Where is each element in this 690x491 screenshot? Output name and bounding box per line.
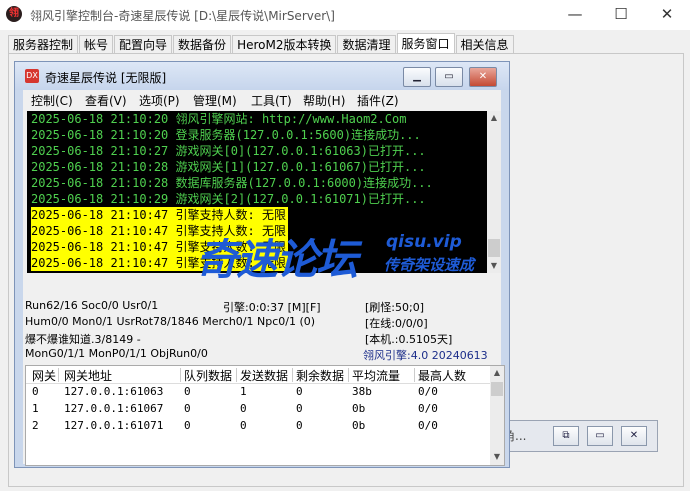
log-line: 2025-06-18 21:10:29 游戏网关[2](127.0.0.1:61… [31,192,426,206]
col-remaining[interactable]: 剩余数据 [296,367,344,384]
table-row[interactable]: 0 127.0.0.1:61063 0 1 0 38b 0/0 [26,384,490,401]
table-scroll-up-icon[interactable]: ▲ [490,366,504,380]
table-cell: 0b [352,419,366,432]
table-cell: 127.0.0.1:61067 [64,402,164,415]
tab-server-control[interactable]: 服务器控制 [8,35,79,54]
menu-tools[interactable]: 工具(T) [251,92,292,109]
col-queue[interactable]: 队列数据 [184,367,232,384]
table-row[interactable]: 2 127.0.0.1:61071 0 0 0 0b 0/0 [26,418,490,435]
table-header: 网关 网关地址 队列数据 发送数据 剩余数据 平均流量 最高人数 [26,366,490,384]
app-logo-icon: 翎 [6,6,22,22]
background-window[interactable]: 角... ⧉ ▭ ✕ [498,420,658,452]
status-drop: 爆不爆谁知道.3/8149 - [25,333,141,346]
table-cell: 0b [352,402,366,415]
table-cell: 38b [352,385,372,398]
main-tabs: 服务器控制 帐号 配置向导 数据备份 HeroM2版本转换 数据清理 服务窗口 相关信息 [8,33,515,54]
table-cell: 0 [296,402,303,415]
status-engine-version: 翎风引擎:4.0 20240613 [363,349,488,362]
bg-restore-button[interactable]: ⧉ [553,426,579,446]
child-titlebar: DX 奇速星辰传说 [无限版] ▁ ▭ ✕ [15,62,509,90]
table-cell: 0 [184,385,191,398]
close-button[interactable]: ✕ [644,0,690,30]
table-cell: 0/0 [418,419,438,432]
status-mong: MonG0/1/1 MonP0/1/1 ObjRun0/0 [25,347,208,360]
status-engine-time: 引擎:0:0:37 [M][F] [223,301,321,314]
table-cell: 2 [32,419,39,432]
status-hum: Hum0/0 Mon0/1 UsrRot78/1846 Merch0/1 Npc… [25,315,316,328]
table-cell: 0 [240,419,247,432]
log-line: 2025-06-18 21:10:28 数据库服务器(127.0.0.1:600… [31,176,433,190]
table-scroll-thumb[interactable] [491,382,503,396]
table-cell: 0 [296,385,303,398]
table-cell: 1 [240,385,247,398]
menu-plugins[interactable]: 插件(Z) [357,92,399,109]
table-scroll-down-icon[interactable]: ▼ [490,450,504,464]
col-sent[interactable]: 发送数据 [240,367,288,384]
table-row[interactable]: 1 127.0.0.1:61067 0 0 0 0b 0/0 [26,401,490,418]
watermark-slogan: 传奇架设速成 [384,256,475,274]
menu-manage[interactable]: 管理(M) [193,92,237,109]
col-avg-traffic[interactable]: 平均流量 [352,367,400,384]
table-cell: 0 [184,419,191,432]
status-online: [在线:0/0/0] [365,317,428,330]
bg-maximize-button[interactable]: ▭ [587,426,613,446]
minimize-button[interactable]: — [552,0,598,30]
tab-account[interactable]: 帐号 [79,35,114,54]
status-uptime: [本机.:0.5105天] [365,333,453,346]
tab-data-backup[interactable]: 数据备份 [173,35,232,54]
bg-close-button[interactable]: ✕ [621,426,647,446]
watermark-url: qisu.vip [386,232,462,252]
child-close-button[interactable]: ✕ [469,67,497,87]
col-gateway[interactable]: 网关 [32,367,56,384]
log-line: 2025-06-18 21:10:28 游戏网关[1](127.0.0.1:61… [31,160,426,174]
menu-bar: 控制(C) 查看(V) 选项(P) 管理(M) 工具(T) 帮助(H) 插件(Z… [23,90,501,110]
table-cell: 0 [32,385,39,398]
tab-related-info[interactable]: 相关信息 [455,35,514,54]
tab-herom2-convert[interactable]: HeroM2版本转换 [232,35,337,54]
window-titlebar: 翎 翎风引擎控制台-奇速星辰传说 [D:\星辰传说\MirServer\] — … [0,0,690,30]
menu-view[interactable]: 查看(V) [85,92,127,109]
tab-data-clean[interactable]: 数据清理 [337,35,396,54]
col-address[interactable]: 网关地址 [64,367,112,384]
table-cell: 0 [296,419,303,432]
child-app-icon: DX [25,69,39,83]
maximize-button[interactable]: ☐ [598,0,644,30]
log-line: 2025-06-18 21:10:20 登录服务器(127.0.0.1:5600… [31,128,421,142]
menu-help[interactable]: 帮助(H) [303,92,345,109]
watermark-name: 奇速论坛 [196,235,358,284]
table-cell: 127.0.0.1:61071 [64,419,164,432]
status-run: Run62/16 Soc0/0 Usr0/1 [25,299,159,312]
child-minimize-button[interactable]: ▁ [403,67,431,87]
table-cell: 127.0.0.1:61063 [64,385,164,398]
log-line: 2025-06-18 21:10:20 翎风引擎网站: http://www.H… [31,112,407,126]
log-line: 2025-06-18 21:10:47 引擎支持人数: 无限 [31,207,288,223]
col-max-users[interactable]: 最高人数 [418,367,466,384]
table-scrollbar[interactable]: ▲ ▼ [490,366,504,465]
child-title: 奇速星辰传说 [无限版] [45,71,167,85]
window-title: 翎风引擎控制台-奇速星辰传说 [D:\星辰传说\MirServer\] [30,9,335,23]
child-maximize-button[interactable]: ▭ [435,67,463,87]
tab-config-wizard[interactable]: 配置向导 [114,35,173,54]
forum-watermark: 奇速论坛 qisu.vip 传奇架设速成 [196,224,496,284]
gateway-table[interactable]: 网关 网关地址 队列数据 发送数据 剩余数据 平均流量 最高人数 0 127.0.… [25,365,505,466]
table-cell: 0 [184,402,191,415]
status-monster-refresh: [刷怪:50;0] [365,301,424,314]
table-cell: 0/0 [418,385,438,398]
table-cell: 0 [240,402,247,415]
scroll-up-arrow-icon[interactable]: ▲ [487,111,501,125]
tab-service-window[interactable]: 服务窗口 [396,33,455,54]
menu-options[interactable]: 选项(P) [139,92,180,109]
menu-control[interactable]: 控制(C) [31,92,73,109]
table-cell: 1 [32,402,39,415]
log-line: 2025-06-18 21:10:27 游戏网关[0](127.0.0.1:61… [31,144,426,158]
table-cell: 0/0 [418,402,438,415]
